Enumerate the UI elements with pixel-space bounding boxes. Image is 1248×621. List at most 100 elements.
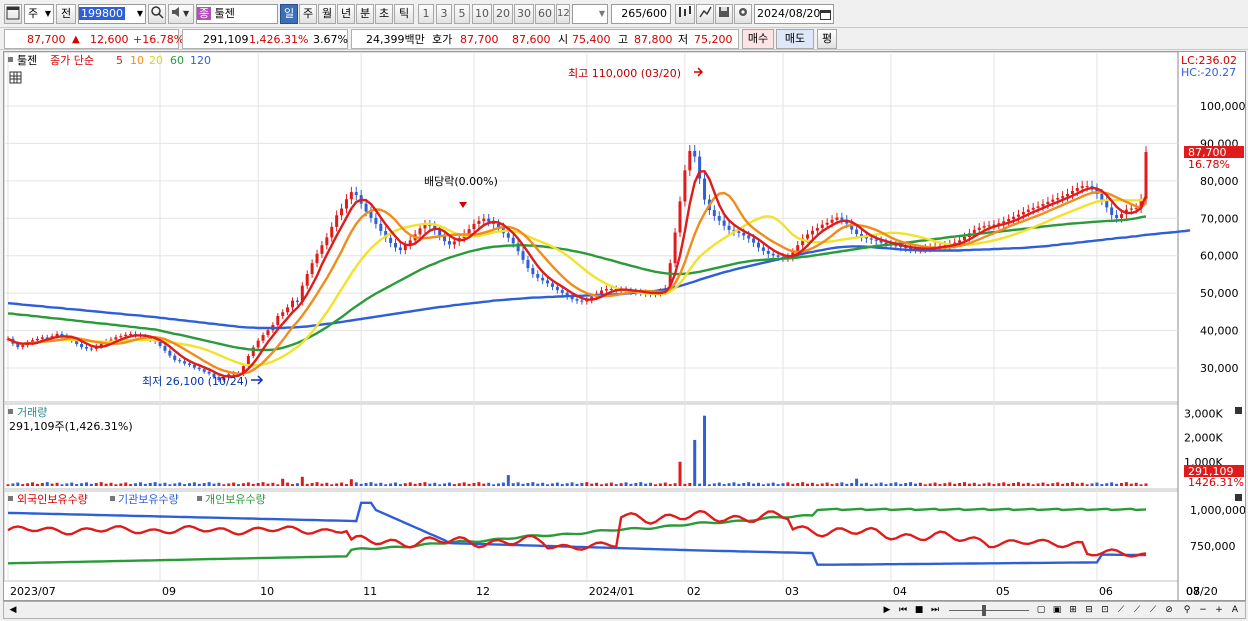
close-panel-icon[interactable]	[1235, 407, 1242, 414]
volume-bar	[987, 482, 991, 486]
volume-bar	[850, 482, 854, 486]
zoom-in-icon[interactable]: +	[1212, 603, 1226, 617]
eval-button[interactable]: 평	[817, 29, 837, 49]
last-icon[interactable]: ⏭	[928, 603, 942, 617]
volume-panel[interactable]	[3, 403, 1179, 490]
period-month[interactable]: 월	[318, 4, 336, 24]
period-second[interactable]: 초	[375, 4, 393, 24]
candle-body	[349, 192, 353, 200]
candle-body	[197, 367, 201, 370]
volume-bar	[99, 482, 103, 486]
zoom-slider[interactable]	[949, 610, 1029, 611]
compare-icon[interactable]	[675, 4, 695, 24]
code-input[interactable]: 199800 ▼	[78, 4, 146, 24]
candle-body	[678, 201, 682, 233]
stop-icon[interactable]: ■	[912, 603, 926, 617]
candle-body	[1119, 214, 1123, 218]
calendar-icon[interactable]	[820, 8, 831, 23]
num-3[interactable]: 3	[436, 4, 452, 24]
period-year[interactable]: 년	[337, 4, 355, 24]
candle-body	[820, 224, 824, 229]
volume-bar	[590, 483, 594, 486]
volume-bar	[65, 483, 69, 486]
zoom-slider-handle[interactable]	[982, 605, 986, 616]
count-field[interactable]: 265/600	[611, 4, 671, 24]
grid-table-icon[interactable]	[9, 71, 22, 84]
tool-icon-5[interactable]: ⊡	[1098, 603, 1112, 617]
panel-handle-icon[interactable]	[8, 496, 13, 501]
chart-area[interactable]: 100,000 90,000 80,000 70,000 60,000 50,000 40,…	[3, 51, 1246, 601]
trend-icon-2[interactable]: ⟋	[1130, 603, 1144, 617]
stock-name-field[interactable]: 종 툴젠	[196, 4, 278, 24]
zoom-search-icon[interactable]: ⚲	[1180, 603, 1194, 617]
panel-handle-icon[interactable]	[8, 57, 13, 62]
volume-tag-pct: 1426.31%	[1188, 476, 1244, 489]
volume-bar	[511, 483, 515, 486]
zoom-out-icon[interactable]: −	[1196, 603, 1210, 617]
buy-button[interactable]: 매수	[742, 29, 774, 49]
num-120[interactable]: 120	[556, 4, 570, 24]
price-panel-title: 툴젠	[17, 54, 37, 67]
expand-icon[interactable]	[696, 4, 714, 24]
trend-icon-3[interactable]: ⟋	[1146, 603, 1160, 617]
settings-icon[interactable]	[734, 4, 752, 24]
volume-bar	[752, 483, 756, 486]
num-1[interactable]: 1	[418, 4, 434, 24]
period-minute[interactable]: 분	[356, 4, 374, 24]
date-field[interactable]: 2024/08/20	[754, 4, 834, 24]
search-icon[interactable]	[148, 4, 166, 24]
volume-bar	[649, 482, 653, 486]
x-tick-label: 09	[162, 585, 176, 598]
num-10[interactable]: 10	[472, 4, 492, 24]
tool-icon-4[interactable]: ⊟	[1082, 603, 1096, 617]
tool-icon-3[interactable]: ⊞	[1066, 603, 1080, 617]
prev-button[interactable]: 전	[56, 4, 76, 24]
stock-chart[interactable]: 100,00090,00080,00070,00060,00050,00040,…	[3, 51, 1246, 600]
period-day[interactable]: 일	[280, 4, 298, 24]
save-icon[interactable]	[715, 4, 733, 24]
volume-bar	[119, 483, 123, 486]
holdings-panel[interactable]	[3, 490, 1179, 582]
volume-bar	[183, 484, 187, 486]
price-panel[interactable]	[3, 51, 1179, 403]
window-icon[interactable]	[4, 4, 22, 24]
num-5[interactable]: 5	[454, 4, 470, 24]
trend-icon[interactable]: ⟋	[1114, 603, 1128, 617]
market-select[interactable]: 주 ▼	[24, 4, 54, 24]
num-60[interactable]: 60	[535, 4, 555, 24]
scroll-right-icon[interactable]: ▶	[880, 603, 894, 617]
interval-select[interactable]: ▼	[572, 4, 608, 24]
sell-button[interactable]: 매도	[776, 29, 814, 49]
tool-icon-6[interactable]: ⊘	[1162, 603, 1176, 617]
num-30[interactable]: 30	[514, 4, 534, 24]
x-tick-label: 08/20	[1186, 585, 1218, 598]
panel-handle-icon[interactable]	[8, 409, 13, 414]
num-20[interactable]: 20	[493, 4, 513, 24]
volume-bar	[227, 483, 231, 486]
svg-text:▼: ▼	[183, 9, 190, 18]
candle-body	[295, 300, 299, 303]
period-tick[interactable]: 틱	[394, 4, 414, 24]
tool-icon-1[interactable]: ▢	[1034, 603, 1048, 617]
font-icon[interactable]: A	[1228, 603, 1242, 617]
volume-bar	[467, 483, 471, 486]
tool-icon-2[interactable]: ▣	[1050, 603, 1064, 617]
volume-bar	[1002, 482, 1006, 486]
volume-bar	[153, 482, 157, 486]
name-badge: 종	[197, 7, 212, 20]
volume-summary: 291,109주(1,426.31%)	[9, 420, 133, 433]
chart-scrollbar[interactable]: ◀ ▶ ⏮ ■ ⏭ ▢ ▣ ⊞ ⊟ ⊡ ⟋ ⟋ ⟋ ⊘ ⚲ − + A	[3, 601, 1246, 619]
candle-body	[771, 253, 775, 256]
close-panel-icon[interactable]	[1235, 494, 1242, 501]
volume-bar	[55, 482, 59, 486]
period-week[interactable]: 주	[299, 4, 317, 24]
volume-bar	[688, 482, 692, 486]
scroll-left-icon[interactable]: ◀	[6, 603, 20, 617]
candle-body	[609, 289, 613, 291]
volume-bar	[580, 482, 584, 486]
candle-body	[830, 219, 834, 223]
current-price-tag-pct: 16.78%	[1188, 158, 1230, 171]
first-icon[interactable]: ⏮	[896, 603, 910, 617]
speaker-icon[interactable]: ▼	[168, 4, 194, 24]
volume-bar	[766, 483, 770, 486]
